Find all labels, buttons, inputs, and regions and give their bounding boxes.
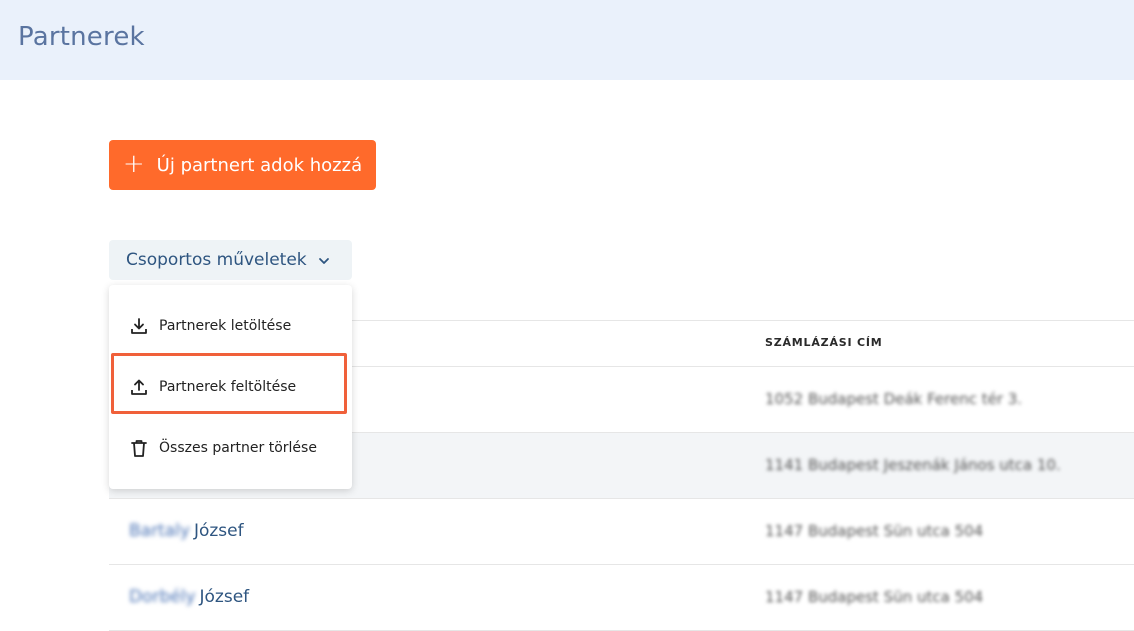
chevron-down-icon — [318, 252, 330, 272]
partner-last-name: József — [193, 521, 244, 541]
menu-item-label: Összes partner törlése — [159, 440, 317, 456]
billing-address: 1147 Budapest Sün utca 504 — [765, 522, 984, 540]
partner-name-link[interactable]: Bartaly József — [129, 521, 244, 541]
table-row[interactable]: Bartaly József 1147 Budapest Sün utca 504 — [109, 498, 1134, 564]
billing-address: 1147 Budapest Sün utca 504 — [765, 588, 984, 606]
download-icon — [129, 316, 149, 336]
bulk-actions-label: Csoportos műveletek — [126, 250, 307, 270]
selection-highlight — [111, 353, 347, 414]
top-bar: Partnerek — [0, 0, 1134, 80]
partner-last-name: József — [199, 587, 250, 607]
billing-address: 1052 Budapest Deák Ferenc tér 3. — [765, 390, 1023, 408]
table-row[interactable]: Dorbély József 1147 Budapest Sün utca 504 — [109, 564, 1134, 630]
bulk-actions-dropdown[interactable]: Csoportos műveletek — [109, 240, 352, 280]
billing-address: 1141 Budapest Jeszenák János utca 10. — [765, 456, 1061, 474]
add-partner-label: Új partnert adok hozzá — [156, 154, 363, 176]
page-title: Partnerek — [18, 22, 145, 52]
partner-first-name: Dorbély — [129, 587, 196, 607]
add-partner-button[interactable]: + Új partnert adok hozzá — [109, 140, 376, 190]
plus-icon: + — [122, 148, 145, 179]
column-header-billing-address: SZÁMLÁZÁSI CÍM — [765, 336, 883, 349]
partner-name-link[interactable]: Dorbély József — [129, 587, 249, 607]
menu-item-delete-all-partners[interactable]: Összes partner törlése — [109, 423, 352, 473]
partner-first-name: Bartaly — [129, 521, 190, 541]
menu-item-label: Partnerek letöltése — [159, 318, 292, 334]
menu-item-download-partners[interactable]: Partnerek letöltése — [109, 301, 352, 351]
trash-icon — [129, 438, 149, 458]
